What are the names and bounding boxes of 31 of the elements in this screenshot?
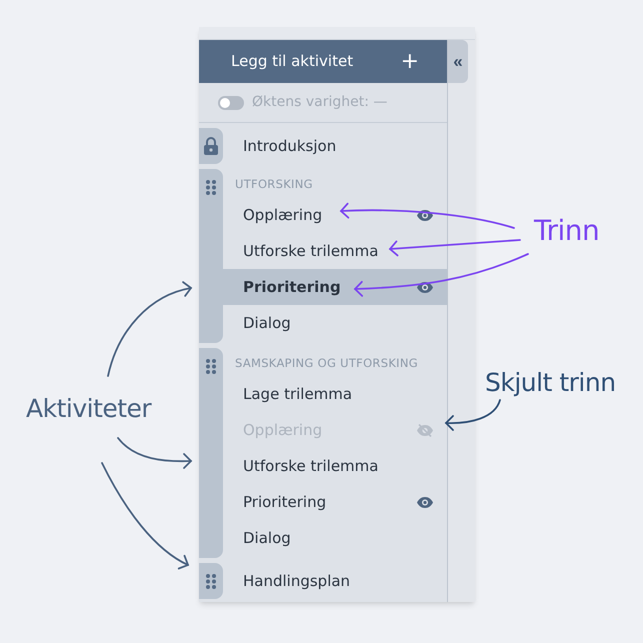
- drag-handle-icon[interactable]: [206, 574, 216, 588]
- annotation-label: Trinn: [534, 213, 600, 249]
- drag-handle-icon[interactable]: [206, 180, 216, 195]
- drag-handle-icon[interactable]: [206, 359, 216, 374]
- activity-handle[interactable]: [199, 169, 223, 343]
- step-row[interactable]: Utforske trilemma: [223, 448, 447, 484]
- activity-heading: SAMSKAPING OG UTFORSKING: [235, 354, 418, 372]
- toggle-switch[interactable]: [218, 96, 244, 110]
- activity-handle[interactable]: [199, 348, 223, 558]
- add-activity-button[interactable]: Legg til aktivitet +: [199, 40, 447, 83]
- annotation-label: Skjult trinn: [485, 367, 616, 399]
- arrow: [444, 399, 501, 431]
- add-icon: +: [400, 50, 419, 72]
- step-row[interactable]: Utforske trilemma: [223, 233, 447, 269]
- step-row[interactable]: Prioritering: [223, 484, 447, 520]
- step-row[interactable]: Opplæring: [223, 197, 447, 233]
- eye-icon[interactable]: [417, 282, 433, 292]
- activity-heading: UTFORSKING: [235, 176, 313, 193]
- step-row[interactable]: Lage trilemma: [223, 376, 447, 412]
- step-row[interactable]: Dialog: [223, 520, 447, 556]
- lock-icon: [204, 137, 218, 155]
- eye-icon[interactable]: [417, 210, 433, 220]
- step-row[interactable]: Introduksjon: [223, 128, 447, 164]
- session-duration-label: Øktens varighet: —: [252, 93, 388, 112]
- activity-handle[interactable]: [199, 563, 223, 599]
- collapse-button[interactable]: «: [448, 40, 468, 83]
- step-row[interactable]: Prioritering: [223, 269, 447, 305]
- step-row[interactable]: Handlingsplan: [223, 563, 447, 599]
- step-row[interactable]: Dialog: [223, 305, 447, 341]
- eye-icon[interactable]: [417, 496, 433, 508]
- annotation-label: Aktiviteter: [26, 393, 152, 425]
